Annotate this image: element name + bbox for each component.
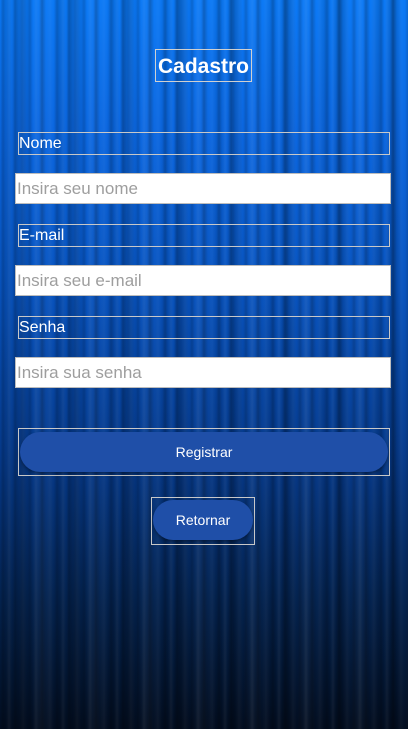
email-input[interactable] xyxy=(15,265,391,296)
password-input[interactable] xyxy=(15,357,391,388)
register-button[interactable]: Registrar xyxy=(20,432,388,472)
password-label: Senha xyxy=(18,316,390,339)
page-title: Cadastro xyxy=(155,49,252,82)
name-label: Nome xyxy=(18,132,390,155)
name-input[interactable] xyxy=(15,173,391,204)
register-screen: Cadastro Nome E-mail Senha Registrar Ret… xyxy=(0,0,408,729)
email-label: E-mail xyxy=(18,224,390,247)
back-button[interactable]: Retornar xyxy=(153,500,253,540)
